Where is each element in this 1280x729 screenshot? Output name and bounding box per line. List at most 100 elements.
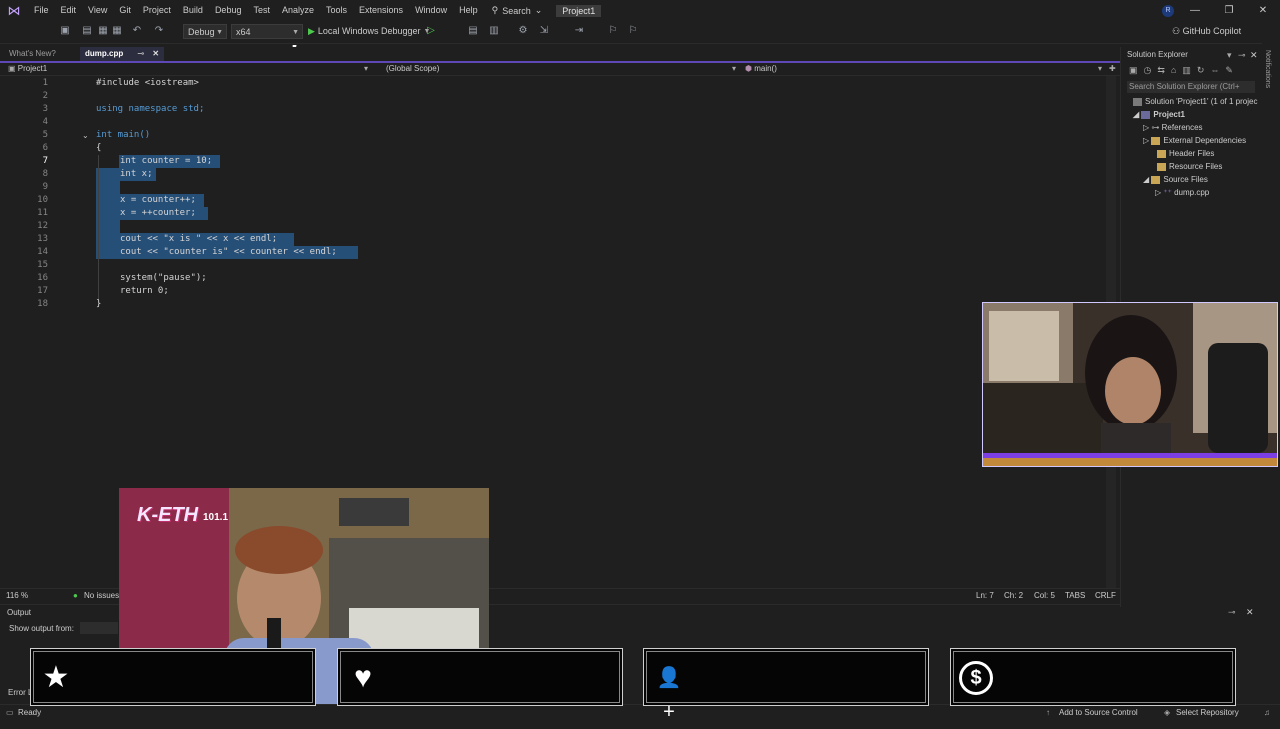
menu-view[interactable]: View	[82, 0, 113, 21]
alert-panel-subscribe: 👤+	[643, 648, 929, 723]
step-icon[interactable]: ⇲	[537, 24, 551, 38]
menu-test[interactable]: Test	[247, 0, 276, 21]
menu-build[interactable]: Build	[177, 0, 209, 21]
add-to-source-control-button[interactable]: Add to Source Control	[1059, 705, 1138, 721]
menu-edit[interactable]: Edit	[55, 0, 83, 21]
line-number: 12	[37, 221, 48, 231]
tree-project[interactable]: ◢ Project1	[1133, 110, 1185, 119]
menu-extensions[interactable]: Extensions	[353, 0, 409, 21]
pin-icon[interactable]: ⊸	[1238, 50, 1246, 61]
chevron-right-icon: ▷	[1143, 136, 1150, 145]
code-line: using namespace std;	[96, 104, 205, 114]
run-debugger-label: Local Windows Debugger	[317, 26, 421, 36]
run-debugger-button[interactable]: ▶ Local Windows Debugger ▼	[308, 24, 430, 39]
navigation-bar: ▣ Project1 ▾ (Global Scope) ▾ ⬢ main() ▾…	[0, 63, 1120, 76]
notifications-label: Notifications	[1264, 50, 1271, 89]
pin-icon[interactable]: ⊸	[137, 49, 144, 58]
project-dropdown[interactable]: ▣ Project1	[8, 63, 368, 75]
menu-file[interactable]: File	[28, 0, 55, 21]
tree-item-references[interactable]: ▷ ⊶ References	[1143, 123, 1203, 132]
search-menu[interactable]: ⚲ Search ⌄	[492, 5, 543, 16]
code-line: int main()	[96, 130, 151, 140]
line-number: 8	[42, 169, 48, 179]
solution-search-input[interactable]: Search Solution Explorer (Ctrl+	[1127, 81, 1255, 93]
pin-icon[interactable]: ⊸	[1228, 607, 1236, 618]
tree-item-header-files[interactable]: Header Files	[1157, 149, 1214, 158]
bookmark-icon[interactable]: ⚐	[606, 24, 620, 38]
browse-icon[interactable]: ▤	[466, 24, 480, 38]
save-all-icon[interactable]: ▦	[110, 24, 124, 38]
save-icon[interactable]: ▦	[96, 24, 110, 38]
alert-panel-donate: $	[950, 648, 1236, 706]
line-indicator[interactable]: Ln: 7	[976, 589, 994, 603]
scope-dropdown[interactable]: (Global Scope)	[386, 63, 726, 75]
tree-label: dump.cpp	[1174, 188, 1210, 197]
tree-solution[interactable]: Solution 'Project1' (1 of 1 projec	[1133, 97, 1257, 106]
solution-explorer-toolbar[interactable]: ▣◷⇆⌂▥↻⇔✎	[1129, 65, 1239, 76]
minimize-icon[interactable]: —	[1178, 5, 1212, 16]
open-folder-icon[interactable]: ▤	[80, 24, 94, 38]
menu-help[interactable]: Help	[453, 0, 484, 21]
bookmark-prev-icon[interactable]: ⚐	[626, 24, 640, 38]
issues-status[interactable]: No issues	[84, 589, 119, 603]
toolbar: ▣ ▤ ▦ ▦ ↶ ↷ Debug ▼ x64 ▼ ▶ Local Window…	[0, 21, 1280, 44]
char-indicator[interactable]: Ch: 2	[1004, 589, 1023, 603]
tree-item-dump-cpp[interactable]: ▷ ⁺⁺ dump.cpp	[1155, 188, 1209, 197]
notification-bell-icon[interactable]: ♫	[1264, 705, 1270, 721]
tree-label: Project1	[1153, 110, 1185, 119]
chevron-down-icon[interactable]: ▾	[1227, 50, 1232, 61]
indent-icon[interactable]: ⇥	[572, 24, 586, 38]
close-icon[interactable]: ✕	[1246, 607, 1254, 618]
undo-icon[interactable]: ↶	[130, 24, 144, 38]
col-indicator[interactable]: Col: 5	[1034, 589, 1055, 603]
line-number: 3	[42, 104, 48, 114]
output-source-select[interactable]	[80, 622, 118, 634]
repository-icon: ◈	[1164, 708, 1171, 717]
platform-select[interactable]: x64 ▼	[231, 24, 303, 39]
menu-tools[interactable]: Tools	[320, 0, 353, 21]
close-icon[interactable]: ✕	[1246, 5, 1280, 16]
tree-item-external-dependencies[interactable]: ▷ External Dependencies	[1143, 136, 1246, 145]
redo-icon[interactable]: ↷	[152, 24, 166, 38]
streamer-webcam	[982, 302, 1278, 467]
close-icon[interactable]: ✕	[1250, 50, 1258, 61]
project-dropdown-label: Project1	[17, 64, 48, 73]
line-number: 10	[37, 195, 48, 205]
layout-icon[interactable]: ▥	[487, 24, 501, 38]
fold-collapse-icon[interactable]: ⌄	[82, 131, 89, 140]
heart-icon: ♥	[354, 661, 372, 694]
zoom-level[interactable]: 116 %	[6, 589, 28, 603]
line-number: 14	[37, 247, 48, 257]
menu-git[interactable]: Git	[113, 0, 137, 21]
hot-reload-icon[interactable]: ⚙	[516, 24, 530, 38]
line-number: 9	[42, 182, 48, 192]
new-item-icon[interactable]: ▣	[58, 24, 72, 38]
restore-icon[interactable]: ❐	[1212, 5, 1246, 16]
tab-dump-cpp[interactable]: dump.cpp ⊸ ✕	[80, 47, 165, 61]
star-icon: ★	[42, 661, 70, 694]
menu-project[interactable]: Project	[137, 0, 177, 21]
menu-analyze[interactable]: Analyze	[276, 0, 320, 21]
menu-debug[interactable]: Debug	[209, 0, 248, 21]
close-icon[interactable]: ✕	[152, 49, 159, 58]
tree-item-source-files[interactable]: ◢ Source Files	[1143, 175, 1208, 184]
status-icon: ▭	[6, 708, 14, 717]
station-logo-name: K-ETH	[137, 504, 199, 526]
solution-icon	[1133, 97, 1142, 106]
visual-studio-logo-icon[interactable]: ⋈	[0, 0, 28, 21]
tree-label: Header Files	[1169, 149, 1215, 158]
menu-window[interactable]: Window	[409, 0, 453, 21]
start-without-debugging-icon[interactable]: ▷	[424, 24, 438, 38]
member-dropdown[interactable]: ⬢ main()	[745, 63, 1085, 75]
select-repository-button[interactable]: Select Repository	[1176, 705, 1239, 721]
split-window-icon[interactable]: ✚	[1109, 63, 1116, 75]
tree-item-resource-files[interactable]: Resource Files	[1157, 162, 1222, 171]
tab-whats-new[interactable]: What's New?	[4, 47, 61, 61]
avatar[interactable]: R	[1162, 5, 1174, 17]
tabs-indicator[interactable]: TABS	[1065, 589, 1085, 603]
method-icon: ⬢	[745, 64, 752, 73]
github-copilot-button[interactable]: ⚇ GitHub Copilot	[1172, 24, 1241, 39]
configuration-select[interactable]: Debug ▼	[183, 24, 227, 39]
status-ready: Ready	[18, 708, 42, 717]
eol-indicator[interactable]: CRLF	[1095, 589, 1116, 603]
